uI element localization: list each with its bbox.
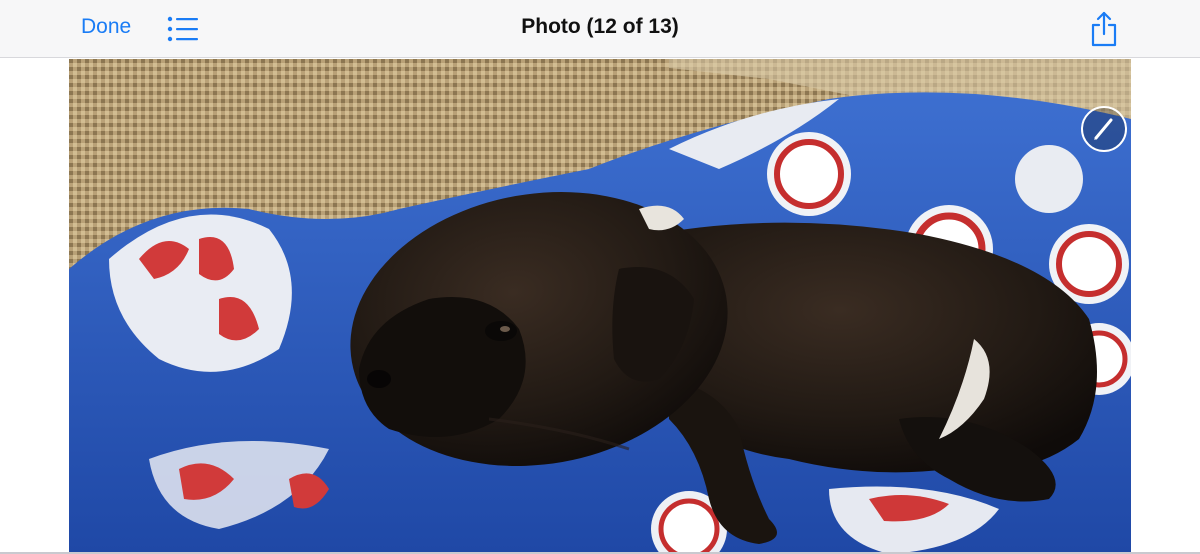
done-button[interactable]: Done: [81, 15, 131, 39]
list-icon[interactable]: [166, 15, 200, 43]
markup-button[interactable]: [1080, 105, 1128, 153]
puppy-photo: [69, 59, 1131, 554]
navigation-bar: Done Photo (12 of 13): [0, 0, 1200, 58]
photo-viewer[interactable]: [69, 59, 1131, 554]
share-icon[interactable]: [1088, 10, 1120, 48]
